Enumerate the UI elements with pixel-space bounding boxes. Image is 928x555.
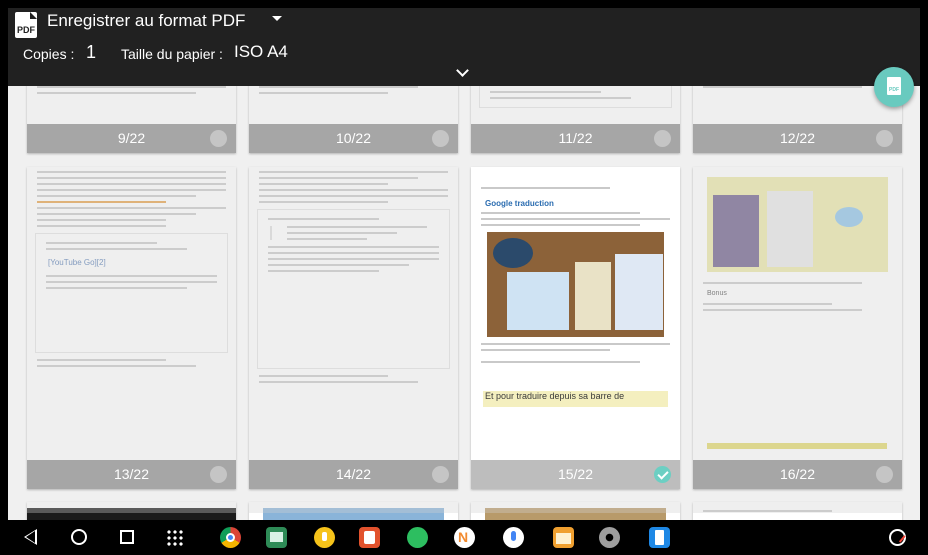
presentation-app-icon[interactable] <box>359 527 380 548</box>
page-thumbnail-14[interactable]: 14/22 <box>249 167 458 489</box>
page-select-checkbox[interactable] <box>876 130 893 147</box>
slides-icon[interactable] <box>266 527 287 548</box>
page-number-label: 9/22 <box>27 124 236 153</box>
pdf-download-icon: PDF <box>887 77 901 95</box>
page-number-label: 16/22 <box>693 460 902 489</box>
print-preview-area[interactable]: 9/22 10/22 11/22 12/22 [YouTube Go][2] 1… <box>8 86 920 520</box>
page-content <box>249 167 458 387</box>
paper-size-select[interactable]: ISO A4 <box>234 42 288 62</box>
settings-gear-icon[interactable] <box>599 527 620 548</box>
download-pdf-button[interactable]: PDF <box>874 67 914 107</box>
chrome-icon[interactable] <box>220 527 241 548</box>
files-app-icon[interactable] <box>553 527 574 548</box>
page-thumbnail-11[interactable]: 11/22 <box>471 86 680 153</box>
page-number-label: 15/22 <box>471 460 680 489</box>
page-image <box>487 232 664 337</box>
copies-input[interactable]: 1 <box>86 42 96 63</box>
page-selected-checkbox[interactable] <box>654 466 671 483</box>
status-indicator-icon[interactable] <box>889 529 906 546</box>
voice-search-icon[interactable] <box>503 527 524 548</box>
pdf-icon: PDF <box>15 12 37 38</box>
page-thumbnail-18[interactable] <box>249 502 458 520</box>
page-subheading: Et pour traduire depuis sa barre de <box>483 391 668 407</box>
page-content: Bonus <box>693 167 902 449</box>
page-select-checkbox[interactable] <box>210 130 227 147</box>
page-content <box>249 502 458 520</box>
page-number-label: 13/22 <box>27 460 236 489</box>
page-thumbnail-19[interactable] <box>471 502 680 520</box>
page-image <box>707 177 888 272</box>
page-content <box>693 86 902 92</box>
paper-size-label: Taille du papier : <box>121 46 223 62</box>
page-thumbnail-16[interactable]: Bonus 16/22 <box>693 167 902 489</box>
page-select-checkbox[interactable] <box>432 466 449 483</box>
page-content <box>693 502 902 516</box>
print-dialog-header: PDF Enregistrer au format PDF Copies : 1… <box>8 8 920 86</box>
page-select-checkbox[interactable] <box>654 130 671 147</box>
page-content <box>471 86 680 114</box>
device-app-icon[interactable] <box>649 527 670 548</box>
copies-label: Copies : <box>23 46 75 62</box>
page-content <box>27 502 236 520</box>
page-thumbnail-20[interactable] <box>693 502 902 520</box>
page-number-label: 10/22 <box>249 124 458 153</box>
keep-icon[interactable] <box>314 527 335 548</box>
page-thumbnail-9[interactable]: 9/22 <box>27 86 236 153</box>
page-content <box>27 86 236 98</box>
page-content <box>471 502 680 520</box>
page-content <box>249 86 458 98</box>
page-select-checkbox[interactable] <box>210 466 227 483</box>
page-select-checkbox[interactable] <box>876 466 893 483</box>
page-thumbnail-13[interactable]: [YouTube Go][2] 13/22 <box>27 167 236 489</box>
evernote-icon[interactable] <box>407 527 428 548</box>
page-content: Google traduction Et pour traduire depui… <box>471 167 680 407</box>
page-number-label: 12/22 <box>693 124 902 153</box>
page-thumbnail-15[interactable]: Google traduction Et pour traduire depui… <box>471 167 680 489</box>
system-navigation-bar <box>0 520 928 555</box>
page-thumbnail-10[interactable]: 10/22 <box>249 86 458 153</box>
recents-icon[interactable] <box>120 530 134 544</box>
page-number-label: 11/22 <box>471 124 680 153</box>
printer-select[interactable]: Enregistrer au format PDF <box>47 10 245 32</box>
page-number-label: 14/22 <box>249 460 458 489</box>
youtube-go-link: [YouTube Go][2] <box>48 258 106 267</box>
page-thumbnail-12[interactable]: 12/22 <box>693 86 902 153</box>
page-select-checkbox[interactable] <box>432 130 449 147</box>
page-content: [YouTube Go][2] <box>27 167 236 371</box>
bonus-heading: Bonus <box>707 290 727 297</box>
page-heading: Google traduction <box>485 199 554 208</box>
back-icon[interactable] <box>24 529 37 545</box>
chevron-down-icon[interactable] <box>456 64 469 77</box>
page-thumbnail-17[interactable] <box>27 502 236 520</box>
apps-grid-icon[interactable] <box>166 529 183 546</box>
home-icon[interactable] <box>71 529 87 545</box>
notes-app-icon[interactable] <box>454 527 475 548</box>
screen: PDF Enregistrer au format PDF Copies : 1… <box>0 0 928 555</box>
dropdown-arrow-icon[interactable] <box>272 16 282 21</box>
